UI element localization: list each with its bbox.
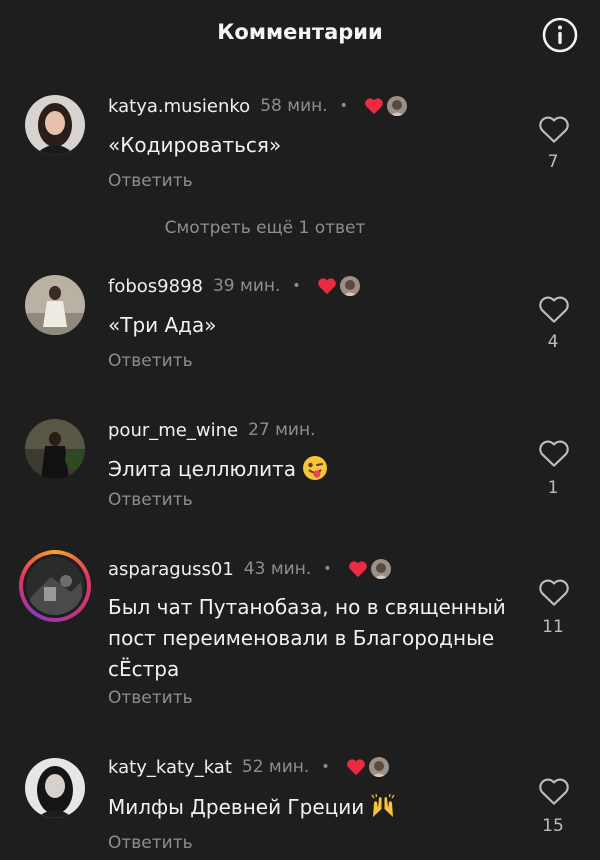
comment-text: «Кодироваться» <box>108 133 282 157</box>
separator-dot: • <box>339 98 348 114</box>
winking-tongue-emoji-icon <box>302 455 328 481</box>
comment-text: «Три Ада» <box>108 313 217 337</box>
avatar <box>23 554 87 618</box>
like-count: 11 <box>542 617 564 637</box>
like-count: 7 <box>547 152 559 172</box>
comment-text: Милфы Древней Греции <box>108 792 508 823</box>
reply-button[interactable]: Ответить <box>108 351 193 371</box>
avatar[interactable] <box>25 758 85 818</box>
timestamp: 27 мин. <box>248 420 316 440</box>
author-liked-heart-icon <box>348 560 368 578</box>
avatar[interactable] <box>25 419 85 479</box>
separator-dot: • <box>321 759 330 775</box>
author-liked-heart-icon <box>346 758 366 776</box>
like-count: 15 <box>542 816 564 836</box>
username[interactable]: fobos9898 <box>108 276 203 297</box>
separator-dot: • <box>323 561 332 577</box>
username[interactable]: asparaguss01 <box>108 559 234 580</box>
username[interactable]: katy_katy_kat <box>108 757 232 778</box>
comment-meta: pour_me_wine 27 мин. <box>108 418 316 442</box>
reply-button[interactable]: Ответить <box>108 688 193 708</box>
like-heart-icon[interactable] <box>538 114 570 144</box>
timestamp: 58 мин. <box>260 96 328 116</box>
like-heart-icon[interactable] <box>538 438 570 468</box>
reply-button[interactable]: Ответить <box>108 171 193 191</box>
like-count: 1 <box>547 478 559 498</box>
username[interactable]: pour_me_wine <box>108 420 238 441</box>
comment-meta: katya.musienko 58 мин. • <box>108 94 407 118</box>
comment-meta: katy_katy_kat 52 мин. • <box>108 755 389 779</box>
comment-meta: fobos9898 39 мин. • <box>108 274 360 298</box>
like-heart-icon[interactable] <box>538 577 570 607</box>
author-liked-heart-icon <box>317 277 337 295</box>
comment-text: Был чат Путанобаза, но в священный пост … <box>108 595 506 681</box>
comment-text-content: Элита целлюлита <box>108 457 297 481</box>
author-avatar <box>368 757 389 777</box>
raised-hands-emoji-icon <box>370 793 396 819</box>
author-avatar <box>386 96 407 116</box>
page-title: Комментарии <box>217 20 383 44</box>
author-avatar <box>370 559 391 579</box>
reply-button[interactable]: Ответить <box>108 490 193 510</box>
header: Комментарии <box>0 0 600 72</box>
like-count: 4 <box>547 332 559 352</box>
avatar-with-story-ring[interactable] <box>19 550 91 622</box>
like-heart-icon[interactable] <box>538 294 570 324</box>
separator-dot: • <box>292 278 301 294</box>
timestamp: 43 мин. <box>243 559 312 579</box>
view-more-replies[interactable]: Смотреть ещё 1 ответ <box>0 218 530 238</box>
author-liked-heart-icon <box>364 97 384 115</box>
like-heart-icon[interactable] <box>538 776 570 806</box>
comment-meta: asparaguss01 43 мин. • <box>108 557 391 581</box>
timestamp: 52 мин. <box>241 757 310 777</box>
info-icon[interactable] <box>541 16 579 54</box>
author-avatar <box>339 276 360 296</box>
avatar[interactable] <box>25 95 85 155</box>
comment-text: Элита целлюлита <box>108 454 508 485</box>
reply-button[interactable]: Ответить <box>108 833 193 853</box>
timestamp: 39 мин. <box>212 276 281 296</box>
comment-text-content: Милфы Древней Греции <box>108 795 365 819</box>
avatar[interactable] <box>25 275 85 335</box>
username[interactable]: katya.musienko <box>108 96 250 117</box>
